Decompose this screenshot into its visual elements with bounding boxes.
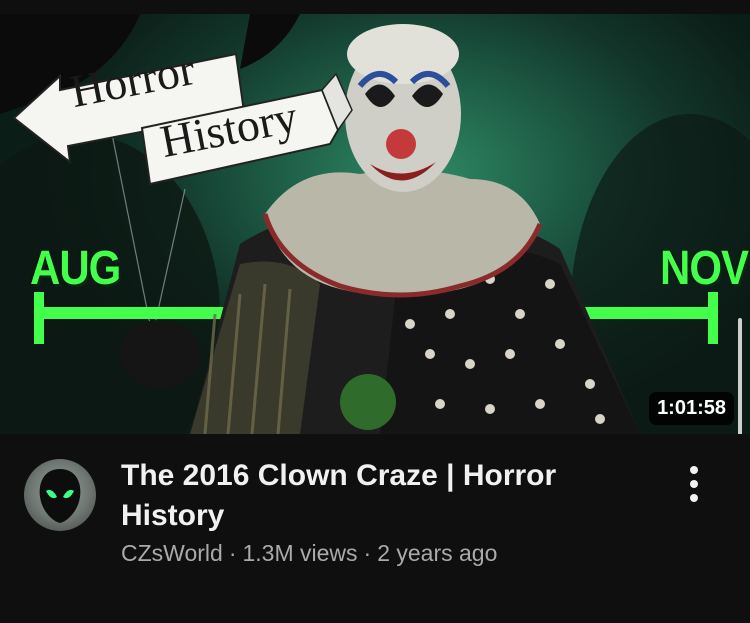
channel-avatar[interactable]: [24, 459, 96, 531]
alien-head-icon: [39, 469, 81, 523]
video-meta: The 2016 Clown Craze | Horror History CZ…: [0, 434, 750, 623]
duration-badge: 1:01:58: [649, 392, 734, 425]
upload-age: 2 years ago: [377, 540, 498, 566]
separator: ·: [228, 540, 237, 566]
top-bar: [0, 0, 750, 14]
view-count: 1.3M views: [242, 540, 358, 566]
timeline-label-end: NOV: [660, 240, 749, 295]
channel-name[interactable]: CZsWorld: [121, 540, 223, 566]
timeline-label-start: AUG: [30, 240, 121, 295]
video-title[interactable]: The 2016 Clown Craze | Horror History: [121, 456, 641, 536]
more-vertical-icon[interactable]: [676, 462, 712, 506]
video-thumbnail[interactable]: Horror History AUG NOV 1:01:58: [0, 14, 750, 434]
separator: ·: [363, 540, 372, 566]
scrollbar[interactable]: [738, 318, 742, 436]
video-byline: CZsWorld · 1.3M views · 2 years ago: [121, 540, 497, 567]
